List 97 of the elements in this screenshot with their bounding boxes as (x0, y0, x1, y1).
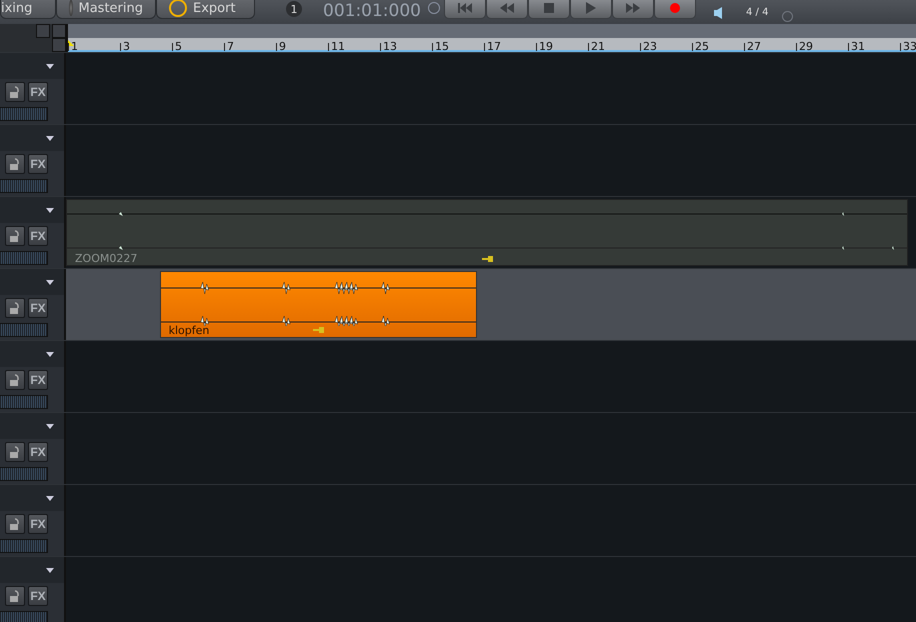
ruler-label: 23 (640, 43, 657, 51)
transport-button[interactable] (654, 0, 696, 19)
audio-clip[interactable]: klopfen (160, 271, 477, 338)
transport-button[interactable] (444, 0, 486, 19)
ruler-label: 27 (744, 43, 761, 51)
padlock-icon (9, 590, 21, 602)
lock-button[interactable] (5, 82, 25, 102)
speaker-icon[interactable] (714, 7, 722, 19)
level-meter (0, 395, 48, 409)
dropdown-icon[interactable] (46, 352, 54, 356)
padlock-icon (9, 446, 21, 458)
lock-button[interactable] (5, 514, 25, 534)
lock-button[interactable] (5, 226, 25, 246)
record-icon (670, 3, 680, 13)
track-header[interactable]: FX (0, 53, 66, 124)
ruler-label: 29 (796, 43, 813, 51)
level-meter (0, 539, 48, 553)
audio-clip[interactable]: ZOOM0227 (66, 199, 908, 266)
lock-button[interactable] (5, 586, 25, 606)
lock-button[interactable] (5, 154, 25, 174)
ruler-label: 17 (484, 43, 501, 51)
transport-button[interactable] (486, 0, 528, 19)
fx-button[interactable]: FX (28, 226, 48, 246)
ruler-label: 9 (276, 43, 286, 51)
level-meter (0, 251, 48, 265)
track-header[interactable]: FX (0, 269, 66, 340)
key-icon (312, 327, 324, 333)
ruler-label: 31 (848, 43, 865, 51)
padlock-icon (9, 374, 21, 386)
lock-button[interactable] (5, 370, 25, 390)
padlock-icon (9, 230, 21, 242)
dropdown-icon[interactable] (46, 424, 54, 428)
tab-label: Mastering (78, 0, 143, 16)
rewind-icon (500, 3, 514, 13)
dropdown-icon[interactable] (46, 568, 54, 572)
level-meter (0, 107, 48, 121)
timeline-ruler[interactable]: 1 3 5 7 9 11 13 15 17 19 21 23 25 27 29 31 33 (68, 38, 916, 52)
fx-button[interactable]: FX (28, 514, 48, 534)
transport-button[interactable] (612, 0, 654, 19)
track-header[interactable]: FX (0, 125, 66, 196)
padlock-icon (9, 518, 21, 530)
fx-button[interactable]: FX (28, 586, 48, 606)
level-meter (0, 179, 48, 193)
marker-button[interactable]: 1 (286, 1, 302, 17)
circle-icon (169, 0, 187, 17)
tab[interactable]: ixing (0, 0, 56, 19)
dropdown-icon[interactable] (46, 496, 54, 500)
lock-button[interactable] (5, 298, 25, 318)
fx-button[interactable]: FX (28, 82, 48, 102)
lock-button[interactable] (5, 442, 25, 462)
padlock-icon (9, 86, 21, 98)
ruler-label: 11 (328, 43, 345, 51)
tab[interactable]: Export (156, 0, 255, 19)
fx-button[interactable]: FX (28, 370, 48, 390)
padlock-icon (9, 302, 21, 314)
stop-icon (544, 3, 554, 13)
track-lane[interactable]: klopfen (66, 269, 916, 340)
ruler-label: 7 (224, 43, 234, 51)
track-header[interactable]: FX (0, 197, 66, 268)
track-header[interactable]: FX (0, 341, 66, 412)
ruler-label: 25 (692, 43, 709, 51)
marker-icon[interactable] (52, 24, 66, 38)
tab-label: ixing (1, 0, 32, 16)
dropdown-icon[interactable] (46, 64, 54, 68)
tab-label: Export (193, 0, 236, 16)
track-header[interactable]: FX (0, 485, 66, 556)
padlock-icon (9, 158, 21, 170)
ruler-label: 21 (588, 43, 605, 51)
skip-to-start-icon (458, 3, 472, 13)
ruler-label: 3 (120, 43, 130, 51)
dropdown-icon[interactable] (46, 136, 54, 140)
position-display: 001:01:000 (323, 1, 422, 21)
ruler-label: 1 (68, 43, 78, 51)
fx-button[interactable]: FX (28, 442, 48, 462)
play-icon (586, 2, 596, 14)
fast-forward-icon (626, 3, 640, 13)
ruler-label: 33 (900, 43, 916, 51)
track-header[interactable]: FX (0, 557, 66, 622)
track-header[interactable]: FX (0, 413, 66, 484)
transport-button[interactable] (570, 0, 612, 19)
fx-button[interactable]: FX (28, 298, 48, 318)
transport-button[interactable] (528, 0, 570, 19)
fx-button[interactable]: FX (28, 154, 48, 174)
time-signature: 4 / 4 (746, 7, 768, 18)
level-meter (0, 611, 48, 622)
ruler-label: 13 (380, 43, 397, 51)
ruler-label: 15 (432, 43, 449, 51)
clip-name: ZOOM0227 (75, 252, 138, 265)
key-icon (482, 256, 493, 262)
dropdown-icon[interactable] (46, 208, 54, 212)
level-meter (0, 467, 48, 481)
level-meter (0, 323, 48, 337)
ruler-label: 5 (172, 43, 182, 51)
clip-name: klopfen (168, 324, 210, 337)
ruler-label: 19 (536, 43, 553, 51)
dropdown-icon[interactable] (46, 280, 54, 284)
tab[interactable]: Mastering (56, 0, 156, 19)
